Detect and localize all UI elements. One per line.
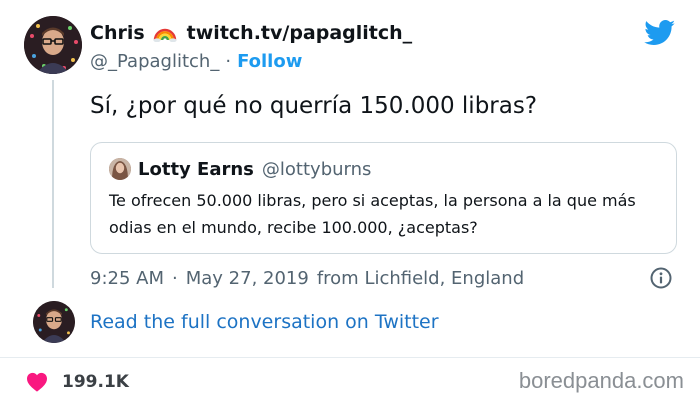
- read-full-conversation-link[interactable]: Read the full conversation on Twitter: [90, 311, 439, 333]
- author-handle[interactable]: @_Papaglitch_: [90, 51, 219, 72]
- thread-connector-line: [52, 80, 54, 288]
- tweet-location: from Lichfield, England: [316, 267, 525, 289]
- quoted-tweet-card[interactable]: Lotty Earns @lottyburns Te ofrecen 50.00…: [90, 142, 677, 254]
- conversation-avatar: [33, 301, 75, 343]
- likes-count: 199.1K: [62, 372, 129, 392]
- quoted-author-name[interactable]: Lotty Earns: [138, 159, 254, 180]
- tweet-text: Sí, ¿por qué no querría 150.000 libras?: [90, 93, 538, 119]
- quoted-author-row: Lotty Earns @lottyburns: [138, 157, 371, 181]
- rainbow-emoji-icon: [153, 24, 177, 43]
- quoted-tweet-text: Te ofrecen 50.000 libras, pero si acepta…: [109, 191, 636, 237]
- info-icon[interactable]: [650, 267, 672, 289]
- separator-dot: ·: [225, 50, 232, 72]
- author-display-name-link[interactable]: twitch.tv/papaglitch_: [187, 22, 413, 44]
- author-display-name[interactable]: Chris: [90, 22, 145, 44]
- quoted-author-handle[interactable]: @lottyburns: [262, 159, 372, 180]
- tweet-embed: Chris twitch.tv/papaglitch_ @_Papaglitch…: [0, 0, 700, 408]
- author-avatar[interactable]: [24, 16, 82, 74]
- heart-icon[interactable]: [26, 372, 48, 392]
- twitter-bird-icon[interactable]: [644, 20, 676, 46]
- footer-divider: [0, 357, 700, 358]
- tweet-time[interactable]: 9:25 AM: [90, 268, 164, 289]
- likes-counter[interactable]: 199.1K: [26, 369, 129, 395]
- author-handle-row: @_Papaglitch_ · Follow: [90, 49, 302, 73]
- follow-button[interactable]: Follow: [237, 51, 302, 72]
- author-name-row[interactable]: Chris twitch.tv/papaglitch_: [90, 20, 412, 46]
- tweet-metadata[interactable]: 9:25 AM · May 27, 2019 from Lichfield, E…: [90, 265, 524, 291]
- quoted-author-avatar[interactable]: [109, 158, 131, 180]
- boredpanda-watermark: boredpanda.com: [518, 368, 684, 393]
- separator-dot: ·: [172, 267, 178, 289]
- tweet-date[interactable]: May 27, 2019: [186, 268, 309, 289]
